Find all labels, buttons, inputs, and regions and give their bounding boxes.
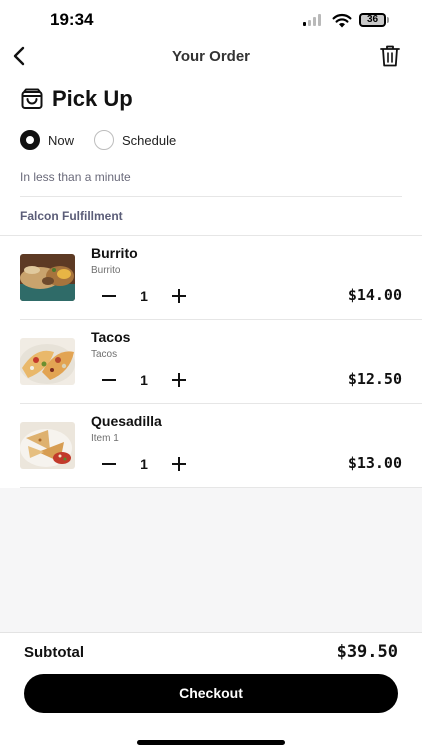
item-name: Tacos [91,329,131,345]
status-bar: 19:34 36 [0,0,422,40]
item-quantity: 1 [140,456,148,472]
decrease-quantity-button[interactable] [98,285,120,307]
item-price: $12.50 [347,370,402,388]
home-indicator [137,740,285,745]
increase-quantity-button[interactable] [168,285,190,307]
cart-item: Quesadilla Item 1 1 $13.00 [0,404,422,488]
radio-schedule[interactable] [94,130,115,150]
item-subtitle: Tacos [91,349,118,360]
radio-schedule-label[interactable]: Schedule [122,133,176,148]
subtotal-value: $39.50 [336,642,398,662]
status-time: 19:34 [50,10,94,29]
radio-now[interactable] [20,130,40,150]
page-title: Your Order [171,48,251,65]
subtotal-label: Subtotal [24,644,84,661]
quantity-stepper: 1 [98,285,190,307]
item-name: Quesadilla [91,413,162,429]
shopping-bag-icon [21,88,43,109]
tacos-photo[interactable] [20,338,75,385]
checkout-button[interactable]: Checkout [24,674,398,713]
cellular-signal-icon [303,14,321,26]
decrease-quantity-button[interactable] [98,369,120,391]
item-price: $13.00 [347,454,402,472]
radio-now-label[interactable]: Now [48,133,74,148]
pickup-time-options: Now Schedule [20,130,196,150]
divider [20,487,422,488]
cart-item: Burrito Burrito 1 $14.00 [0,236,422,320]
item-price: $14.00 [347,286,402,304]
quesadilla-photo[interactable] [20,422,75,469]
battery-icon: 36 [359,13,390,27]
trash-icon[interactable] [378,44,402,68]
item-name: Burrito [91,245,138,261]
cart-item: Tacos Tacos 1 $12.50 [0,320,422,404]
order-footer: Subtotal $39.50 Checkout [0,632,422,750]
pickup-header: Pick Up [20,86,133,112]
increase-quantity-button[interactable] [168,453,190,475]
wifi-icon [332,13,352,28]
pickup-eta: In less than a minute [20,170,131,184]
decrease-quantity-button[interactable] [98,453,120,475]
quantity-stepper: 1 [98,369,190,391]
item-quantity: 1 [140,288,148,304]
burrito-photo[interactable] [20,254,75,301]
battery-level: 36 [366,14,379,25]
item-quantity: 1 [140,372,148,388]
pickup-title: Pick Up [52,86,133,111]
item-subtitle: Burrito [91,265,121,276]
item-subtitle: Item 1 [91,433,119,444]
quantity-stepper: 1 [98,453,190,475]
fulfillment-label: Falcon Fulfillment [20,209,123,223]
divider [20,196,402,197]
increase-quantity-button[interactable] [168,369,190,391]
